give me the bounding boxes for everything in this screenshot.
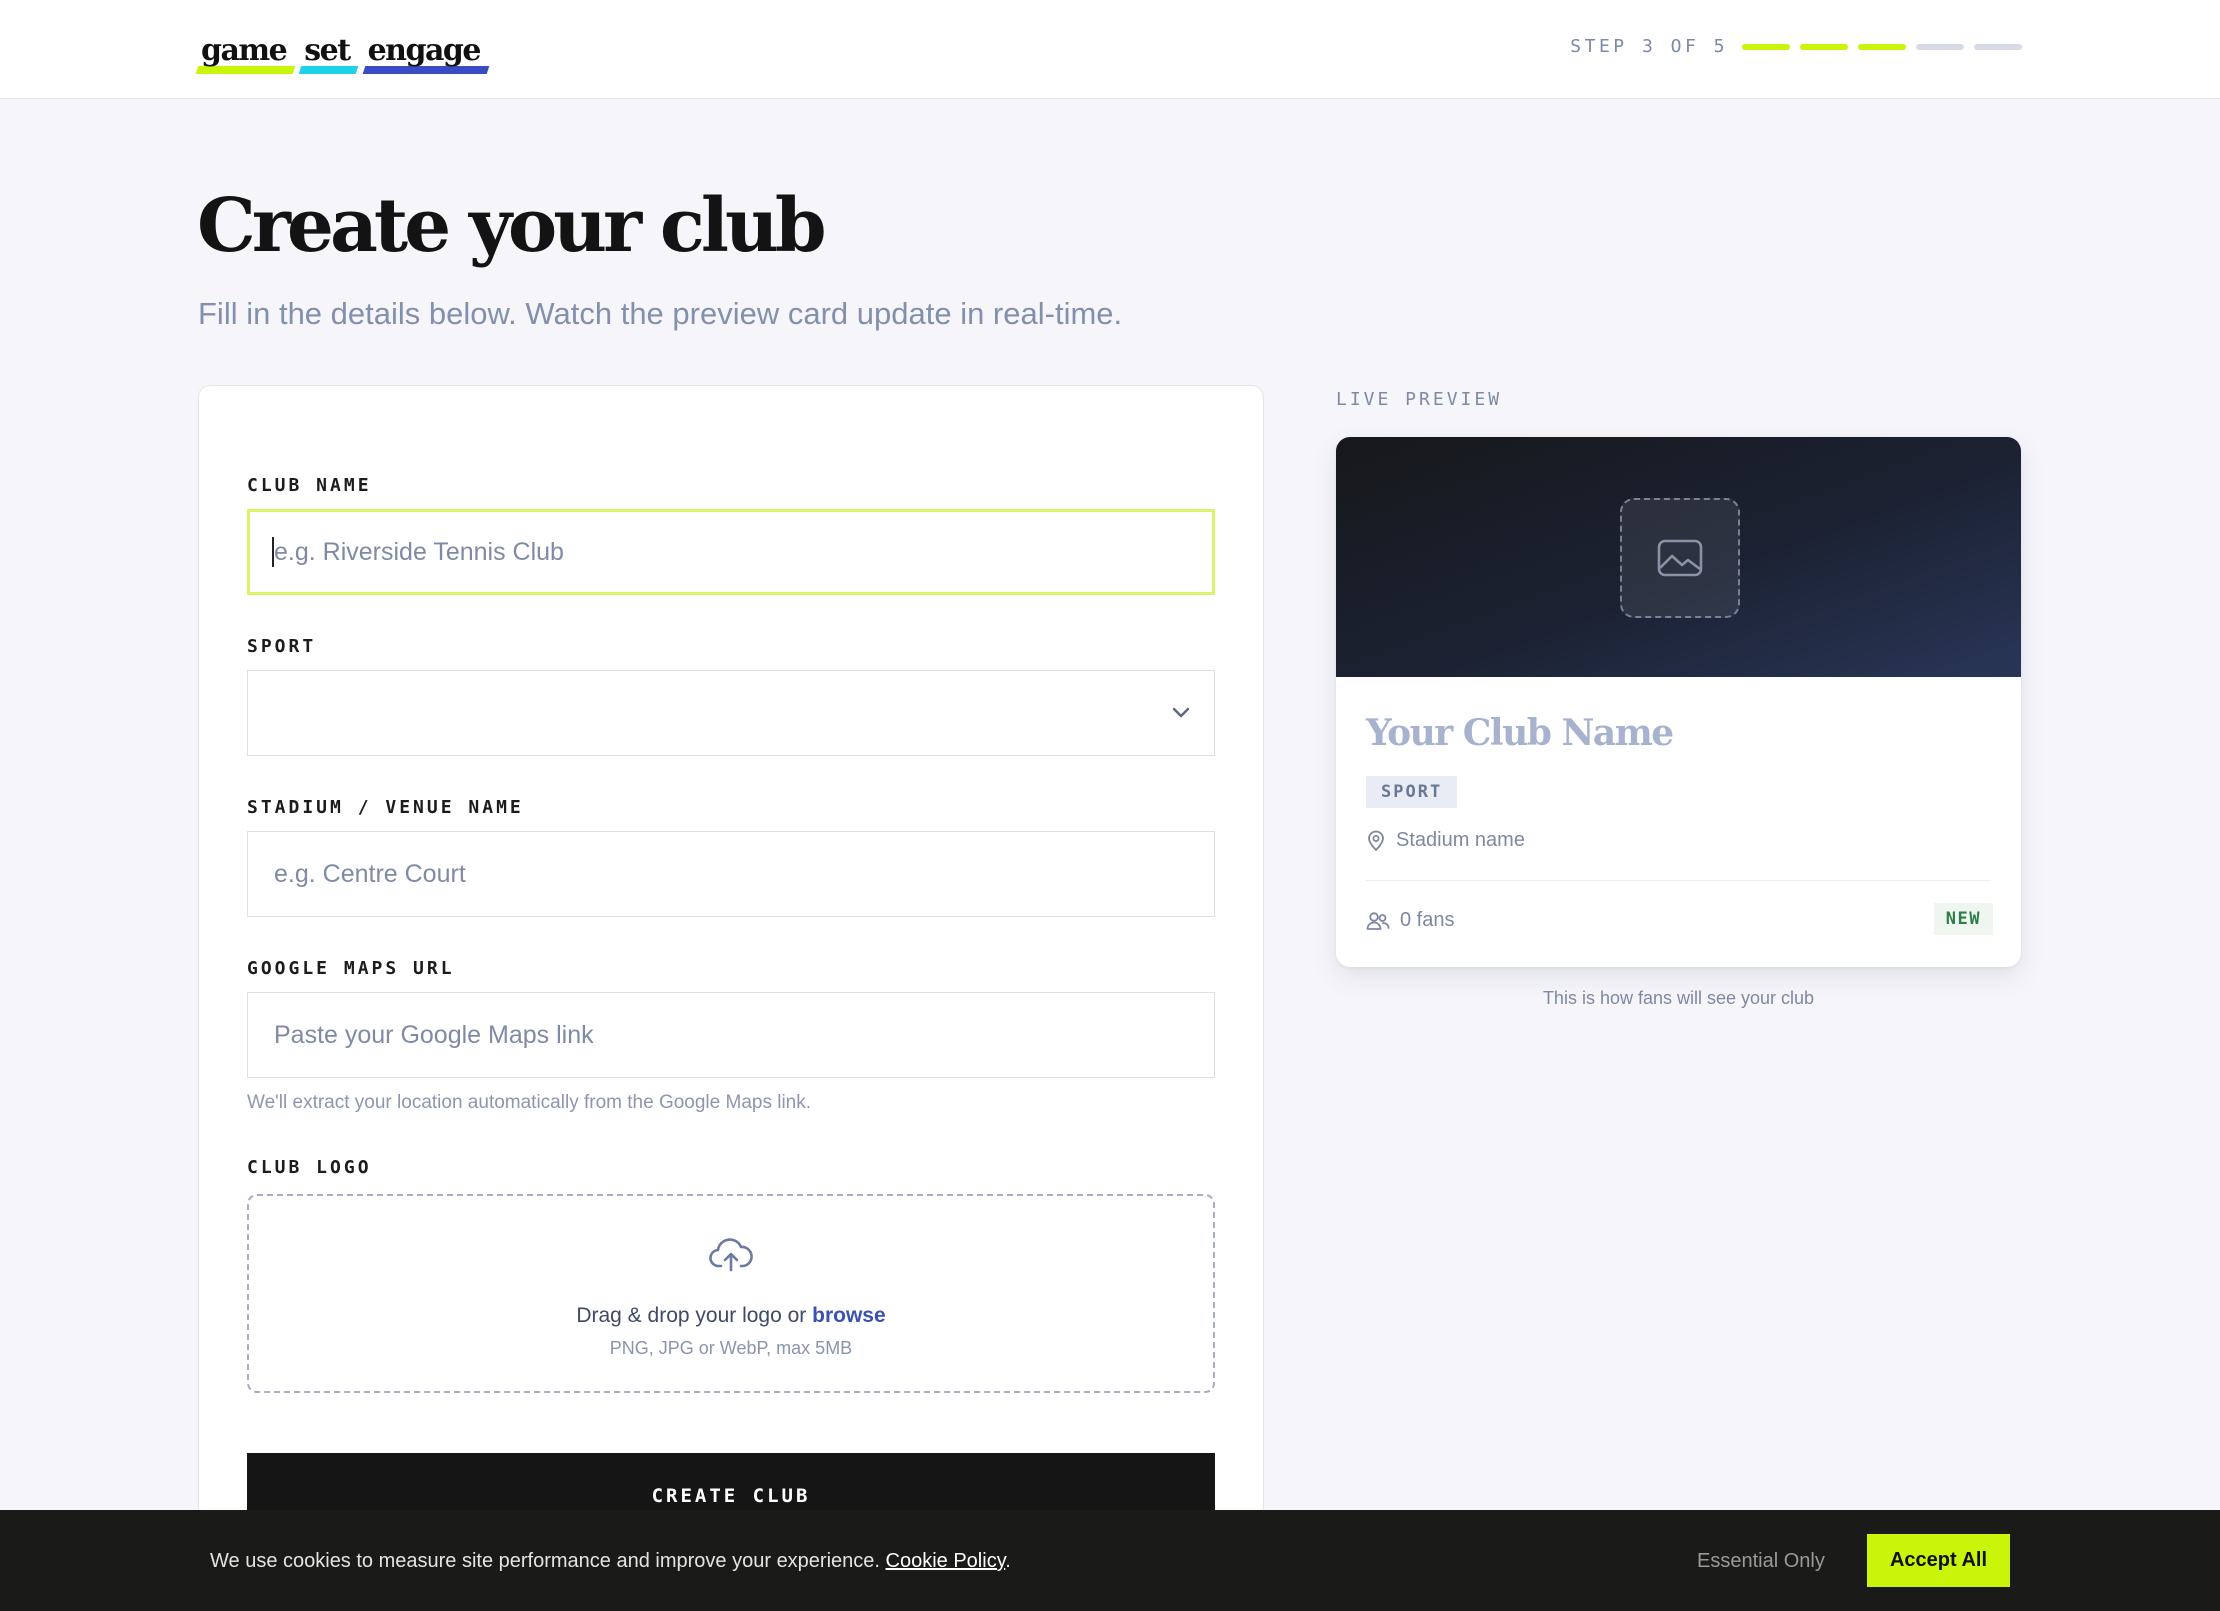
step-indicator: STEP 3 OF 5 xyxy=(1570,36,2022,57)
preview-caption: This is how fans will see your club xyxy=(1542,988,1815,1008)
page-subtitle: Fill in the details below. Watch the pre… xyxy=(198,296,1123,331)
club-name-placeholder: e.g. Riverside Tennis Club xyxy=(274,537,564,566)
preview-club-name: Your Club Name xyxy=(1366,712,1674,754)
club-logo-label: CLUB LOGO xyxy=(247,1157,372,1178)
club-name-label: CLUB NAME xyxy=(247,475,372,496)
step-segment-3 xyxy=(1858,43,1906,50)
page-title: Create your club xyxy=(197,183,827,269)
preview-card: Your Club Name SPORT Stadium name 0 fans… xyxy=(1336,437,2021,967)
preview-fans: 0 fans xyxy=(1366,909,1454,932)
maps-url-hint: We'll extract your location automaticall… xyxy=(247,1092,812,1113)
venue-label: STADIUM / VENUE NAME xyxy=(247,797,524,818)
club-form: CLUB NAME e.g. Riverside Tennis Club SPO… xyxy=(198,385,1264,1611)
logo-word-engage: engage xyxy=(362,36,490,74)
club-name-input[interactable]: e.g. Riverside Tennis Club xyxy=(247,509,1215,595)
logo[interactable]: game set engage xyxy=(195,28,490,74)
logo-dropzone[interactable]: Drag & drop your logo or browse PNG, JPG… xyxy=(247,1194,1215,1393)
step-segment-5 xyxy=(1974,43,2022,50)
preview-stadium-text: Stadium name xyxy=(1396,829,1525,851)
sport-select[interactable] xyxy=(247,670,1215,756)
venue-placeholder: e.g. Centre Court xyxy=(274,859,466,888)
cloud-upload-icon xyxy=(709,1238,753,1272)
maps-url-placeholder: Paste your Google Maps link xyxy=(274,1020,594,1049)
preview-stadium: Stadium name xyxy=(1366,829,1525,852)
dropzone-formats: PNG, JPG or WebP, max 5MB xyxy=(609,1338,853,1358)
accept-all-button[interactable]: Accept All xyxy=(1867,1534,2010,1587)
maps-url-input[interactable]: Paste your Google Maps link xyxy=(247,992,1215,1078)
map-pin-icon xyxy=(1368,830,1384,851)
preview-fans-count: 0 fans xyxy=(1400,909,1455,931)
logo-word-game: game xyxy=(195,36,296,74)
dropzone-text: Drag & drop your logo or browse xyxy=(576,1304,886,1327)
logo-word-set: set xyxy=(298,36,359,74)
preview-banner xyxy=(1336,437,2021,677)
live-preview-label: LIVE PREVIEW xyxy=(1336,389,1503,410)
maps-url-label: GOOGLE MAPS URL xyxy=(247,958,455,979)
step-segment-2 xyxy=(1800,43,1848,50)
users-icon xyxy=(1366,911,1390,930)
essential-only-button[interactable]: Essential Only xyxy=(1697,1550,1825,1573)
sport-label: SPORT xyxy=(247,636,317,657)
image-icon xyxy=(1657,539,1703,577)
step-segment-1 xyxy=(1742,43,1790,50)
cookie-banner: We use cookies to measure site performan… xyxy=(0,1510,2220,1611)
browse-link[interactable]: browse xyxy=(812,1304,886,1327)
chevron-down-icon xyxy=(1172,707,1190,718)
step-label: STEP 3 OF 5 xyxy=(1570,36,1728,57)
top-bar: game set engage STEP 3 OF 5 xyxy=(0,0,2220,99)
preview-divider xyxy=(1366,880,1991,881)
step-segment-4 xyxy=(1916,43,1964,50)
cookie-text: We use cookies to measure site performan… xyxy=(210,1550,1011,1572)
cookie-policy-link[interactable]: Cookie Policy xyxy=(886,1550,1006,1572)
preview-sport-badge: SPORT xyxy=(1366,776,1458,808)
new-badge: NEW xyxy=(1933,903,1993,935)
logo-placeholder xyxy=(1620,498,1740,618)
venue-input[interactable]: e.g. Centre Court xyxy=(247,831,1215,917)
